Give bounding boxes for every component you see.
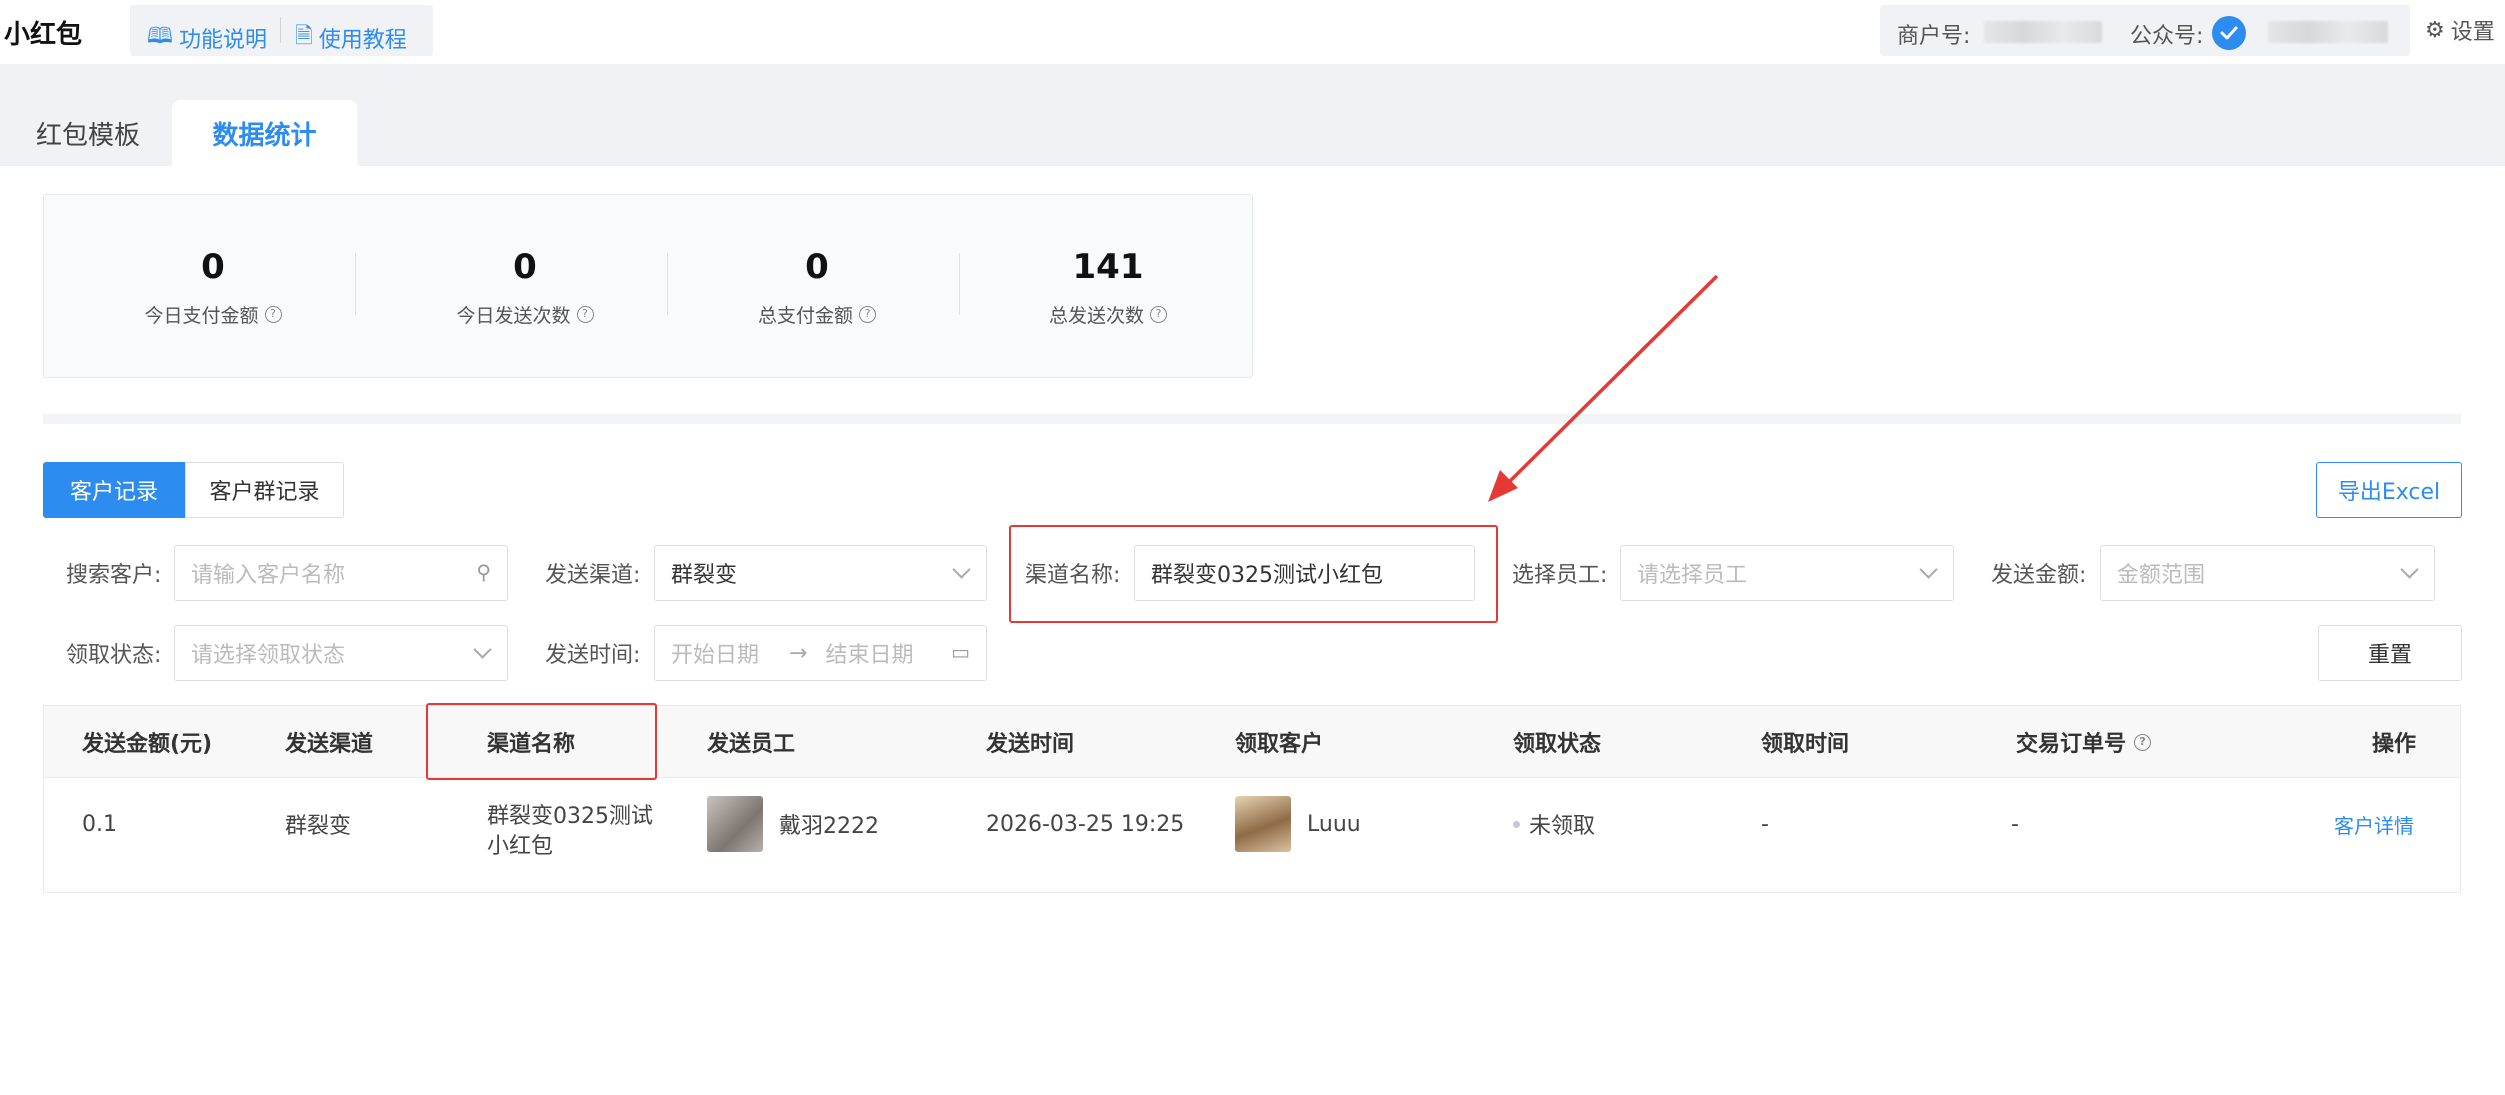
column-header: 领取时间 bbox=[1761, 732, 1850, 757]
help-links: 🕮 功能说明 🗎 使用教程 bbox=[130, 5, 433, 56]
verified-icon bbox=[2212, 16, 2246, 50]
date-range-picker[interactable]: 开始日期 → 结束日期 ▭ bbox=[654, 625, 987, 681]
column-header: 发送时间 bbox=[986, 732, 1075, 757]
help-icon[interactable]: ? bbox=[859, 306, 876, 323]
column-header: 交易订单号 ? bbox=[2016, 706, 2152, 778]
search-customer-label: 搜索客户: bbox=[66, 563, 162, 588]
stats-panel: 0 今日支付金额? 0 今日发送次数? 0 总支付金额? 141 总发送次数? bbox=[43, 194, 1253, 378]
settings-button[interactable]: ⚙ 设置 bbox=[2425, 14, 2495, 46]
official-account-redacted bbox=[2268, 21, 2388, 43]
cell-customer: Luuu bbox=[1235, 796, 1361, 852]
calendar-icon: ▭ bbox=[951, 640, 970, 664]
help-icon[interactable]: ? bbox=[264, 306, 282, 323]
search-icon: ⚲ bbox=[476, 560, 491, 584]
status-label: 领取状态: bbox=[66, 643, 162, 668]
cell-status: 未领取 bbox=[1513, 802, 1595, 846]
cell-channel-name: 群裂变0325测试 小红包 bbox=[487, 804, 653, 859]
highlight-box bbox=[426, 703, 657, 780]
group-records-button[interactable]: 客户群记录 bbox=[185, 462, 344, 518]
stat-total-pay: 0 总支付金额? bbox=[687, 247, 947, 328]
status-select[interactable]: 请选择领取状态 bbox=[174, 625, 508, 681]
merchant-id-redacted bbox=[1984, 21, 2102, 43]
customer-records-button[interactable]: 客户记录 bbox=[43, 462, 185, 518]
amount-range-select[interactable]: 金额范围 bbox=[2100, 545, 2435, 601]
channel-label: 发送渠道: bbox=[545, 563, 641, 588]
amount-label: 发送金额: bbox=[1991, 563, 2087, 588]
table-header: 发送金额(元) 发送渠道 渠道名称 发送员工 发送时间 领取客户 领取状态 领取… bbox=[44, 706, 2460, 778]
divider bbox=[355, 253, 356, 315]
export-excel-button[interactable]: 导出Excel bbox=[2316, 462, 2462, 518]
reset-button[interactable]: 重置 bbox=[2318, 625, 2462, 681]
column-header: 发送员工 bbox=[707, 732, 796, 757]
official-account-label: 公众号: bbox=[2130, 24, 2204, 49]
tab-templates[interactable]: 红包模板 bbox=[4, 100, 172, 166]
help-icon[interactable]: ? bbox=[2134, 733, 2152, 751]
cell-send-time: 2026-03-25 19:25 bbox=[986, 811, 1185, 837]
chevron-down-icon bbox=[1919, 560, 1938, 579]
channel-select[interactable]: 群裂变 bbox=[654, 545, 987, 601]
stat-today-send: 0 今日发送次数? bbox=[395, 247, 655, 328]
cell-amount: 0.1 bbox=[82, 811, 117, 837]
document-icon: 🗎 bbox=[295, 24, 313, 49]
staff-select[interactable]: 请选择员工 bbox=[1620, 545, 1954, 601]
send-time-label: 发送时间: bbox=[545, 643, 641, 668]
records-table: 发送金额(元) 发送渠道 渠道名称 发送员工 发送时间 领取客户 领取状态 领取… bbox=[43, 705, 2461, 893]
chevron-down-icon bbox=[473, 640, 492, 659]
top-bar: 小红包 🕮 功能说明 🗎 使用教程 商户号: 公众号: ⚙ 设置 bbox=[0, 0, 2505, 64]
customer-detail-link[interactable]: 客户详情 bbox=[2334, 802, 2414, 846]
cell-receive-time: - bbox=[1761, 811, 1769, 837]
status-dot-icon bbox=[1513, 820, 1520, 828]
book-icon: 🕮 bbox=[147, 24, 173, 49]
highlight-box bbox=[1009, 525, 1498, 623]
divider bbox=[667, 253, 668, 315]
staff-label: 选择员工: bbox=[1512, 563, 1608, 588]
tab-bar bbox=[0, 64, 2505, 166]
column-header: 领取状态 bbox=[1513, 732, 1602, 757]
chevron-down-icon bbox=[952, 560, 971, 579]
help-icon[interactable]: ? bbox=[576, 306, 594, 323]
cell-channel: 群裂变 bbox=[285, 814, 352, 839]
cell-staff: 戴羽2222 bbox=[707, 796, 879, 852]
avatar bbox=[1235, 796, 1291, 852]
avatar bbox=[707, 796, 763, 852]
merchant-info: 商户号: 公众号: bbox=[1880, 5, 2410, 56]
app-title: 小红包 bbox=[4, 20, 83, 50]
gear-icon: ⚙ bbox=[2425, 17, 2445, 43]
chevron-down-icon bbox=[2400, 560, 2419, 579]
merchant-label: 商户号: bbox=[1897, 24, 1971, 49]
tab-statistics[interactable]: 数据统计 bbox=[172, 100, 357, 166]
cell-order-no: - bbox=[2011, 811, 2019, 837]
column-header: 操作 bbox=[2372, 732, 2417, 757]
section-divider bbox=[43, 414, 2461, 424]
tutorial-link[interactable]: 🗎 使用教程 bbox=[295, 19, 407, 57]
column-header: 领取客户 bbox=[1235, 732, 1324, 757]
stat-today-pay: 0 今日支付金额? bbox=[83, 247, 343, 328]
stat-total-send: 141 总发送次数? bbox=[978, 247, 1238, 328]
column-header: 发送渠道 bbox=[285, 732, 374, 757]
search-customer-input[interactable]: 请输入客户名称 ⚲ bbox=[174, 545, 508, 601]
column-header: 发送金额(元) bbox=[82, 732, 213, 757]
feature-guide-link[interactable]: 🕮 功能说明 bbox=[147, 19, 267, 57]
divider bbox=[280, 17, 281, 43]
divider bbox=[959, 253, 960, 315]
help-icon[interactable]: ? bbox=[1150, 306, 1167, 323]
arrow-right-icon: → bbox=[789, 640, 808, 666]
